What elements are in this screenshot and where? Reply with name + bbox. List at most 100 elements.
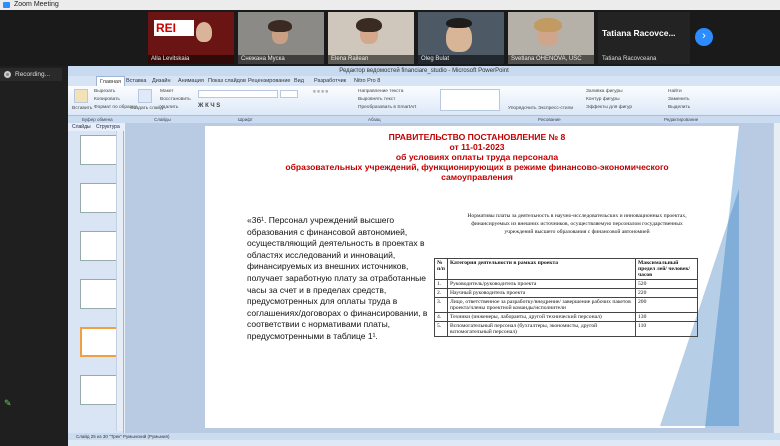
slide-title-line: образовательных учреждений, функционирую… — [285, 162, 669, 172]
status-text: Слайд 25 из 30 "Трек" Румынский (Румыния… — [76, 434, 170, 439]
table-cell: 520 — [635, 279, 698, 289]
slides-panel: Слайды Структура — [68, 123, 124, 433]
slide-thumbnail[interactable] — [80, 135, 120, 165]
panel-scrollbar[interactable] — [116, 131, 123, 431]
create-slide-button[interactable]: Создать слайд — [130, 106, 163, 111]
tab-review[interactable]: Рецензирование — [248, 76, 290, 86]
font-name-select[interactable] — [198, 90, 278, 98]
powerpoint-title-bar: Редактор ведомостей financiare_studio - … — [68, 66, 780, 76]
find-button[interactable]: Найти — [668, 89, 682, 94]
reset-button[interactable]: Восстановить — [160, 97, 191, 102]
tab-nitro[interactable]: Nitro Pro 8 — [354, 76, 380, 86]
replace-button[interactable]: Заменить — [668, 97, 690, 102]
table-cell: 200 — [635, 297, 698, 313]
taskbar — [68, 440, 780, 446]
participant-name: Svetlana OHENOVA, USC — [508, 55, 594, 64]
paste-icon[interactable] — [74, 89, 88, 103]
ribbon: Вставить Вырезать Копировать Формат по о… — [68, 86, 780, 116]
copy-button[interactable]: Копировать — [94, 97, 120, 102]
shape-fill-button[interactable]: Заливка фигуры — [586, 89, 623, 94]
slide-title-line: от 11-01-2023 — [449, 142, 505, 152]
table-cell: 4. — [434, 312, 448, 322]
cut-button[interactable]: Вырезать — [94, 89, 115, 94]
slide-title-line: самоуправления — [441, 172, 513, 182]
table-caption: Нормативы платы за деятельность в научно… — [467, 213, 687, 235]
tab-slideshow[interactable]: Показ слайдов — [208, 76, 246, 86]
featured-subname: Tatiana Racovceana — [602, 56, 657, 62]
new-slide-icon[interactable] — [138, 89, 152, 103]
arrange-button[interactable]: Упорядочить — [508, 106, 537, 111]
tab-developer[interactable]: Разработчик — [314, 76, 346, 86]
participant-tile[interactable]: REI Alla Levitskaia — [148, 12, 234, 64]
table-cell: 130 — [635, 312, 698, 322]
recording-indicator[interactable]: Recording... — [0, 68, 62, 81]
participant-tile[interactable]: Снежана Муска — [238, 12, 324, 64]
tab-home[interactable]: Главная — [96, 76, 125, 86]
font-size-select[interactable] — [280, 90, 298, 98]
featured-name: Tatiana Racovce... — [602, 28, 676, 38]
select-button[interactable]: Выделить — [668, 105, 690, 110]
slide-editor: ПРАВИТЕЛЬСТВО ПОСТАНОВЛЕНИЕ № 8 от 11-01… — [125, 123, 780, 433]
group-clipboard: Буфер обмена — [82, 117, 113, 122]
participant-name: Alla Levitskaia — [148, 55, 234, 64]
table-cell: 220 — [635, 288, 698, 298]
slide-thumbnail[interactable] — [80, 375, 120, 405]
shape-effects-button[interactable]: Эффекты для фигур — [586, 105, 632, 110]
tab-outline[interactable]: Структура — [96, 124, 120, 130]
font-format-buttons[interactable]: Ж К Ч S — [198, 103, 220, 109]
layout-button[interactable]: Макет — [160, 89, 174, 94]
table-cell: 1. — [434, 279, 448, 289]
tab-design[interactable]: Дизайн — [152, 76, 171, 86]
slide-title-line: об условиях оплаты труда персонала — [395, 152, 559, 162]
group-editing: Редактирование — [664, 117, 699, 122]
ribbon-group-labels: Буфер обмена Слайды Шрифт Абзац Рисовани… — [68, 116, 780, 123]
chevron-right-icon: › — [702, 30, 706, 42]
shape-outline-button[interactable]: Контур фигуры — [586, 97, 620, 102]
featured-participant-tile[interactable]: Tatiana Racovce... Tatiana Racovceana — [598, 12, 690, 64]
paste-button[interactable]: Вставить — [72, 106, 92, 111]
zoom-icon — [3, 2, 10, 8]
tab-slides[interactable]: Слайды — [72, 124, 91, 130]
participant-tile[interactable]: Svetlana OHENOVA, USC — [508, 12, 594, 64]
table-row: 2. Научный руководитель проекта 220 — [434, 288, 698, 298]
smartart-button[interactable]: Преобразовать в SmartArt — [358, 105, 416, 110]
next-participants-button[interactable]: › — [695, 28, 713, 46]
quick-styles-button[interactable]: Экспресс-стили — [538, 106, 573, 111]
slide-thumbnail[interactable] — [80, 231, 120, 261]
paragraph-controls[interactable]: ≡ ≡ ≡ ≡ — [313, 90, 328, 95]
slide-thumbnail[interactable] — [80, 279, 120, 309]
align-text-button[interactable]: Выровнять текст — [358, 97, 395, 102]
table-row: 1. Руководитель/руководитель проекта 520 — [434, 279, 698, 289]
participant-name: Oleg Bulat — [418, 55, 504, 64]
table-cell: 5. — [434, 321, 448, 337]
record-icon — [4, 71, 11, 78]
slide[interactable]: ПРАВИТЕЛЬСТВО ПОСТАНОВЛЕНИЕ № 8 от 11-01… — [205, 126, 739, 428]
participant-tile[interactable]: Oleg Bulat — [418, 12, 504, 64]
table-cell: Лицо, ответственное за разработку/внедре… — [447, 297, 636, 313]
shapes-gallery[interactable] — [440, 89, 500, 111]
zoom-title-bar: Zoom Meeting — [0, 0, 780, 10]
group-paragraph: Абзац — [368, 117, 381, 122]
group-drawing: Рисование — [538, 117, 561, 122]
slide-title-line: ПРАВИТЕЛЬСТВО ПОСТАНОВЛЕНИЕ № 8 — [388, 132, 566, 142]
table-cell: Вспомогательный персонал (бухгалтеры, эк… — [447, 321, 636, 337]
participant-name: Снежана Муска — [238, 55, 324, 64]
group-font: Шрифт — [238, 117, 253, 122]
tab-animation[interactable]: Анимация — [178, 76, 204, 86]
tab-insert[interactable]: Вставка — [126, 76, 146, 86]
powerpoint-title: Редактор ведомостей financiare_studio - … — [339, 68, 509, 74]
shared-screen: Редактор ведомостей financiare_studio - … — [68, 66, 780, 446]
table-cell: 3. — [434, 297, 448, 313]
slide-thumbnail[interactable] — [80, 183, 120, 213]
participant-tile[interactable]: Elena Railean — [328, 12, 414, 64]
table-cell: 2. — [434, 288, 448, 298]
table-header: Категория деятельности в рамках проекта — [447, 258, 636, 280]
norms-table: № п/п Категория деятельности в рамках пр… — [434, 258, 698, 337]
tab-view[interactable]: Вид — [294, 76, 304, 86]
editor-scrollbar[interactable] — [773, 123, 780, 433]
delete-button[interactable]: Удалить — [160, 105, 178, 110]
participant-name: Elena Railean — [328, 55, 414, 64]
pencil-icon[interactable]: ✎ — [4, 398, 14, 408]
text-direction-button[interactable]: Направление текста — [358, 89, 403, 94]
slide-thumbnail-selected[interactable] — [80, 327, 120, 357]
